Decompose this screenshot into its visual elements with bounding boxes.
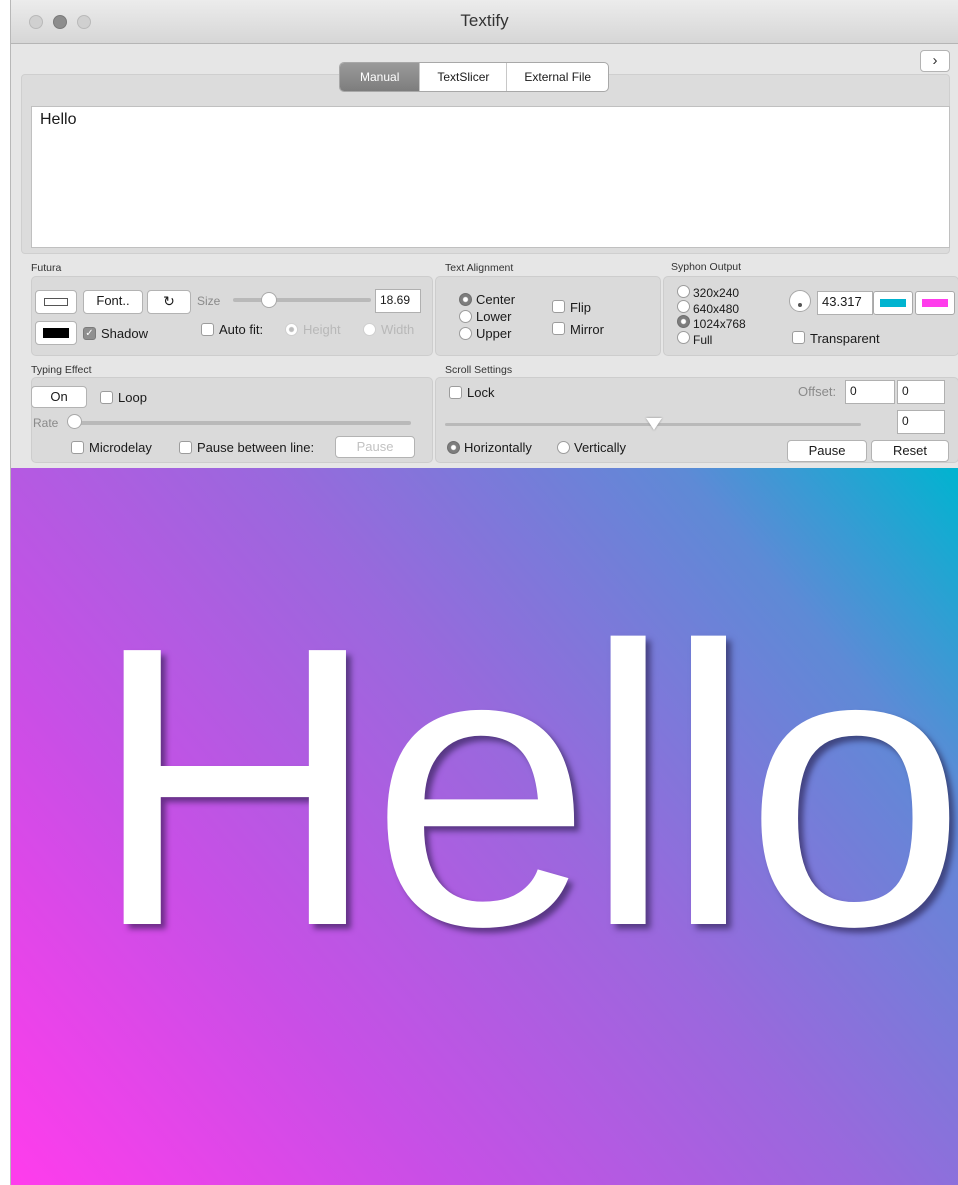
horizontally-radio[interactable] [447,441,460,454]
res-full-radio[interactable] [677,331,690,344]
tab-manual[interactable]: Manual [340,63,420,91]
typing-effect-label: Typing Effect [31,364,92,376]
autofit-checkbox[interactable] [201,323,214,336]
color-2-fill [922,299,948,307]
align-center-radio[interactable] [459,293,472,306]
lock-label: Lock [467,385,495,400]
expand-chevron-icon[interactable]: › [920,50,950,72]
scroll-pause-button[interactable]: Pause [787,440,867,462]
typing-pause-button[interactable]: Pause [335,436,415,458]
loop-checkbox[interactable] [100,391,113,404]
size-value-field[interactable]: 18.69 [375,289,421,313]
width-radio[interactable] [363,323,376,336]
typing-on-button[interactable]: On [31,386,87,408]
tab-external-file[interactable]: External File [506,63,608,91]
shadow-label: Shadow [101,326,148,341]
res-full-label: Full [693,333,713,347]
offset-y-field[interactable]: 0 [897,380,945,404]
preview-text: Hello [91,565,958,1009]
rate-label: Rate [33,416,59,430]
res-1024-radio[interactable] [677,315,690,328]
scroll-reset-button[interactable]: Reset [871,440,949,462]
scroll-speed-knob[interactable] [646,418,662,430]
rate-slider-knob[interactable] [67,414,82,429]
mirror-checkbox[interactable] [552,322,565,335]
res-320-label: 320x240 [693,286,740,300]
rotation-value-field[interactable]: 43.317 [817,291,873,315]
white-color-icon [44,298,68,306]
align-center-label: Center [476,292,516,307]
flip-checkbox[interactable] [552,300,565,313]
height-label: Height [303,322,341,337]
microdelay-checkbox[interactable] [71,441,84,454]
black-color-icon [43,328,69,338]
app-window: Textify › Manual TextSlicer External Fil… [10,0,958,1185]
text-preview-canvas: Hello [11,468,958,1185]
transparent-label: Transparent [810,331,880,346]
align-lower-radio[interactable] [459,310,472,323]
size-label: Size [197,294,221,308]
offset-label: Offset: [798,384,837,399]
loop-label: Loop [118,390,147,405]
source-tabs: Manual TextSlicer External File [339,62,610,92]
dial-indicator-icon [798,303,802,307]
vertically-label: Vertically [574,440,627,455]
shadow-checkbox[interactable]: ✓ [83,327,96,340]
res-1024-label: 1024x768 [693,317,746,331]
title-bar[interactable]: Textify [11,0,958,44]
autofit-label: Auto fit: [219,322,264,337]
microdelay-label: Microdelay [89,440,152,455]
pause-between-label: Pause between line: [197,440,315,455]
vertically-radio[interactable] [557,441,570,454]
align-upper-radio[interactable] [459,327,472,340]
font-group [31,276,433,356]
reset-font-icon[interactable]: ↻ [147,290,191,314]
background-color-2[interactable] [915,291,955,315]
scroll-speed-field[interactable]: 0 [897,410,945,434]
res-320-radio[interactable] [677,285,690,298]
pause-between-checkbox[interactable] [179,441,192,454]
text-color-swatch[interactable] [35,290,77,314]
text-input[interactable]: Hello [31,106,950,248]
syphon-output-label: Syphon Output [671,261,742,273]
res-640-radio[interactable] [677,300,690,313]
scroll-settings-label: Scroll Settings [445,364,513,376]
align-upper-label: Upper [476,326,512,341]
flip-label: Flip [570,300,591,315]
window-title: Textify [460,11,509,30]
width-label: Width [381,322,415,337]
shadow-color-swatch[interactable] [35,321,77,345]
mirror-label: Mirror [570,322,604,337]
size-slider-knob[interactable] [261,292,277,308]
rate-slider-track[interactable] [69,421,411,425]
res-640-label: 640x480 [693,302,740,316]
tab-textslicer[interactable]: TextSlicer [419,63,506,91]
rotation-dial[interactable] [789,290,811,312]
font-button[interactable]: Font.. [83,290,143,314]
font-group-label: Futura [31,262,62,274]
background-color-1[interactable] [873,291,913,315]
offset-x-field[interactable]: 0 [845,380,895,404]
transparent-checkbox[interactable] [792,331,805,344]
text-alignment-label: Text Alignment [445,262,514,274]
align-lower-label: Lower [476,309,512,324]
size-slider-track[interactable] [233,298,371,302]
horizontally-label: Horizontally [464,440,532,455]
color-1-fill [880,299,906,307]
lock-checkbox[interactable] [449,386,462,399]
height-radio[interactable] [285,323,298,336]
